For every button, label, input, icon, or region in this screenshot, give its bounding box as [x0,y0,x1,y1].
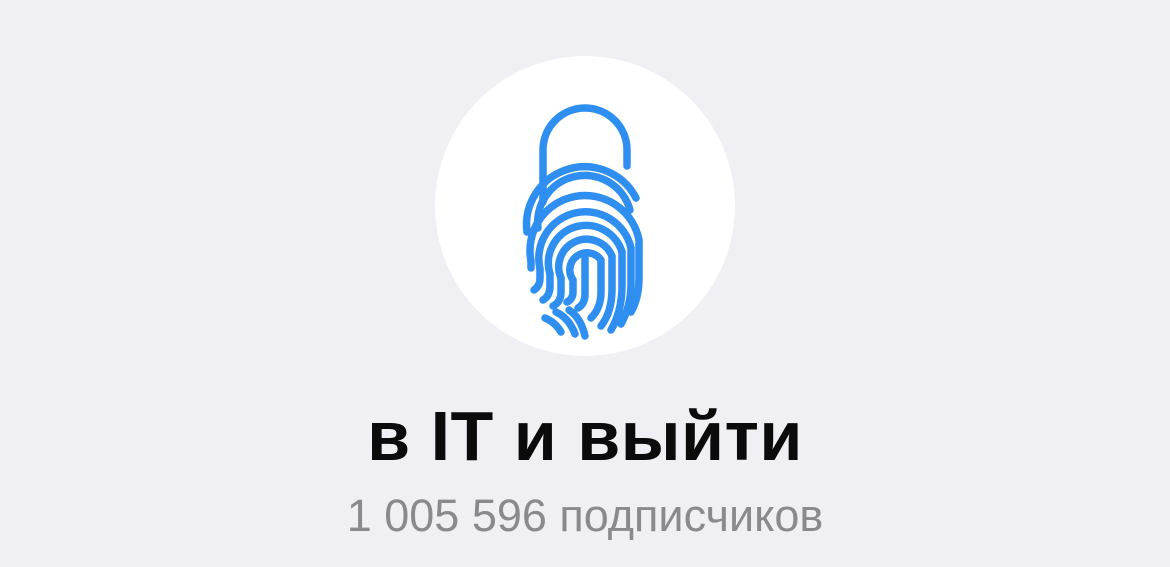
subscriber-count: 1 005 596 подписчиков [346,490,824,541]
channel-profile-header: в IT и выйти 1 005 596 подписчиков [0,0,1170,567]
fingerprint-lock-icon [522,104,643,340]
channel-title: в IT и выйти [367,397,803,475]
channel-avatar[interactable] [435,56,735,356]
